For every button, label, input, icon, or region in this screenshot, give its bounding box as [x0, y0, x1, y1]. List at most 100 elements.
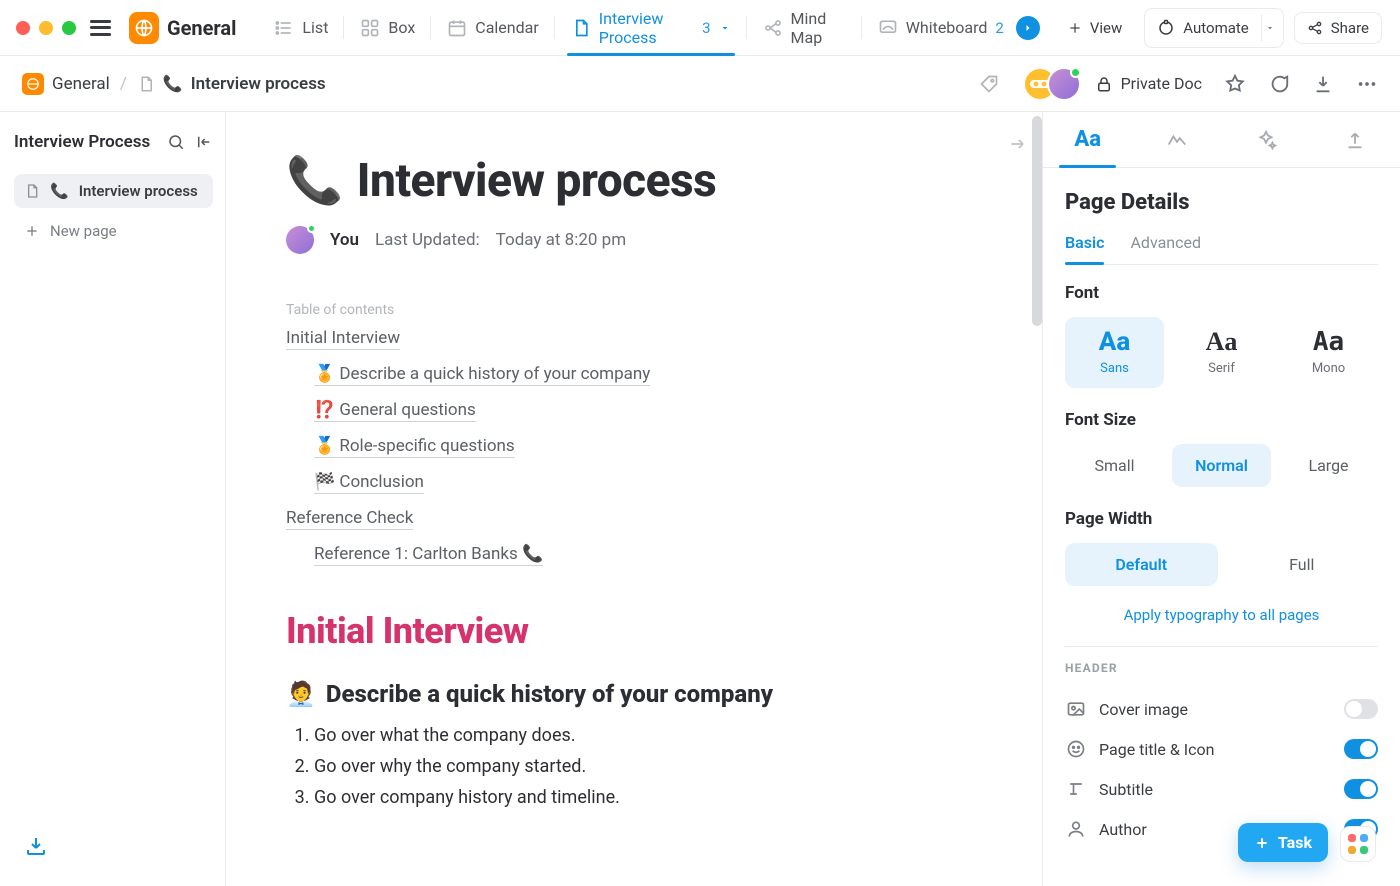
subtab-advanced[interactable]: Advanced [1130, 233, 1201, 264]
heading-2[interactable]: 🧑‍💼 Describe a quick history of your com… [286, 680, 982, 708]
privacy-indicator[interactable]: Private Doc [1095, 74, 1202, 93]
sidebar-title: Interview Process [14, 132, 157, 152]
breadcrumb-doc[interactable]: 📞 Interview process [137, 74, 326, 94]
download-icon[interactable] [1312, 73, 1334, 95]
avatar-user[interactable] [1047, 67, 1081, 101]
typography-icon: Aa [1074, 127, 1101, 152]
presence-avatars [1023, 67, 1081, 101]
panel-tab-activity[interactable] [1132, 112, 1221, 167]
size-small[interactable]: Small [1065, 444, 1164, 487]
tab-calendar[interactable]: Calendar [431, 0, 554, 55]
breadcrumb-root[interactable]: General [52, 74, 110, 94]
tab-mindmap[interactable]: Mind Map [747, 0, 862, 55]
subtab-basic[interactable]: Basic [1065, 233, 1104, 264]
collapse-sidebar-icon[interactable] [195, 133, 213, 151]
table-of-contents: Table of contents Initial Interview 🏅 De… [286, 302, 982, 566]
toggle-label: Page title & Icon [1099, 740, 1214, 759]
add-view-button[interactable]: View [1056, 13, 1134, 43]
plus-icon [1254, 835, 1270, 851]
toc-link[interactable]: Initial Interview [286, 328, 400, 350]
search-icon[interactable] [167, 133, 185, 151]
toc-link[interactable]: 🏅 Describe a quick history of your compa… [314, 364, 650, 386]
font-option-serif[interactable]: Aa Serif [1172, 317, 1271, 388]
ordered-list[interactable]: Go over what the company does. Go over w… [286, 720, 982, 813]
font-name: Mono [1285, 361, 1372, 376]
sidebar-item-emoji: 📞 [50, 182, 69, 200]
tab-calendar-label: Calendar [475, 18, 538, 37]
tag-icon[interactable] [973, 68, 1005, 100]
font-section-label: Font [1065, 283, 1378, 303]
breadcrumb-workspace-icon[interactable] [22, 73, 44, 95]
sidebar-item-interview-process[interactable]: 📞 Interview process [14, 174, 213, 208]
heading-2-text: Describe a quick history of your company [326, 680, 773, 708]
menu-icon[interactable] [90, 20, 111, 36]
close-window-dot[interactable] [16, 21, 30, 35]
toc-link[interactable]: 🏁 Conclusion [314, 472, 424, 494]
star-icon[interactable] [1224, 73, 1246, 95]
size-normal[interactable]: Normal [1172, 444, 1271, 487]
toggle-cover-image: Cover image [1065, 689, 1378, 729]
size-large[interactable]: Large [1279, 444, 1378, 487]
tab-whiteboard-label: Whiteboard [906, 18, 988, 37]
workspace-name[interactable]: General [167, 16, 236, 40]
subtitle-switch[interactable] [1344, 779, 1378, 799]
apps-button[interactable] [1340, 826, 1376, 862]
workspace-icon[interactable] [129, 12, 159, 44]
person-icon [1065, 819, 1087, 839]
more-views-icon[interactable] [1016, 16, 1040, 40]
font-size-options: Small Normal Large [1065, 444, 1378, 487]
toc-link[interactable]: Reference Check [286, 508, 413, 530]
lock-icon [1095, 75, 1113, 93]
toc-link[interactable]: ⁉️ General questions [314, 400, 476, 422]
tab-list-label: List [302, 18, 328, 37]
comment-icon[interactable] [1268, 73, 1290, 95]
list-item[interactable]: Go over company history and timeline. [314, 782, 982, 813]
toc-link[interactable]: 🏅 Role-specific questions [314, 436, 515, 458]
title-icon-switch[interactable] [1344, 739, 1378, 759]
list-item[interactable]: Go over why the company started. [314, 751, 982, 782]
heading-1[interactable]: Initial Interview [286, 610, 982, 652]
tab-whiteboard[interactable]: Whiteboard 2 [862, 0, 1056, 55]
scrollbar[interactable] [1032, 116, 1042, 326]
maximize-window-dot[interactable] [62, 21, 76, 35]
minimize-window-dot[interactable] [39, 21, 53, 35]
automate-button[interactable]: Automate [1144, 8, 1283, 48]
plus-icon [24, 223, 40, 239]
doc-actions [1224, 73, 1378, 95]
expand-arrow-icon[interactable] [1008, 134, 1028, 154]
tab-doc-label: Interview Process [599, 9, 694, 47]
author-avatar[interactable] [286, 226, 314, 254]
apply-typography-all[interactable]: Apply typography to all pages [1065, 606, 1378, 624]
list-icon [274, 18, 294, 38]
tab-doc[interactable]: Interview Process 3 [555, 0, 747, 55]
width-section-label: Page Width [1065, 509, 1378, 529]
panel-tab-export[interactable] [1311, 112, 1400, 167]
font-option-mono[interactable]: Aa Mono [1279, 317, 1378, 388]
sidebar-new-page[interactable]: New page [14, 214, 213, 248]
window-controls [16, 21, 76, 35]
whiteboard-icon [878, 18, 898, 38]
author-name: You [330, 230, 359, 250]
width-full[interactable]: Full [1226, 543, 1379, 586]
box-icon [360, 18, 380, 38]
width-default[interactable]: Default [1065, 543, 1218, 586]
cover-image-switch[interactable] [1344, 699, 1378, 719]
panel-tab-typography[interactable]: Aa [1043, 112, 1132, 167]
tab-box[interactable]: Box [344, 0, 431, 55]
list-item[interactable]: Go over what the company does. [314, 720, 982, 751]
new-task-button[interactable]: Task [1238, 823, 1328, 862]
automate-caret-icon[interactable] [1261, 15, 1279, 41]
import-icon[interactable] [24, 834, 48, 858]
panel-tab-ai[interactable] [1222, 112, 1311, 167]
more-icon[interactable] [1356, 73, 1378, 95]
tab-mindmap-label: Mind Map [791, 9, 846, 47]
font-option-sans[interactable]: Aa Sans [1065, 317, 1164, 388]
font-sample: Aa [1071, 329, 1158, 355]
toc-link[interactable]: Reference 1: Carlton Banks 📞 [314, 544, 543, 566]
breadcrumb-emoji: 📞 [163, 74, 183, 93]
share-button[interactable]: Share [1294, 12, 1382, 44]
page-title[interactable]: 📞 Interview process [286, 154, 982, 208]
tab-list[interactable]: List [258, 0, 344, 55]
page-emoji: 📞 [286, 154, 343, 208]
toggle-subtitle: Subtitle [1065, 769, 1378, 809]
